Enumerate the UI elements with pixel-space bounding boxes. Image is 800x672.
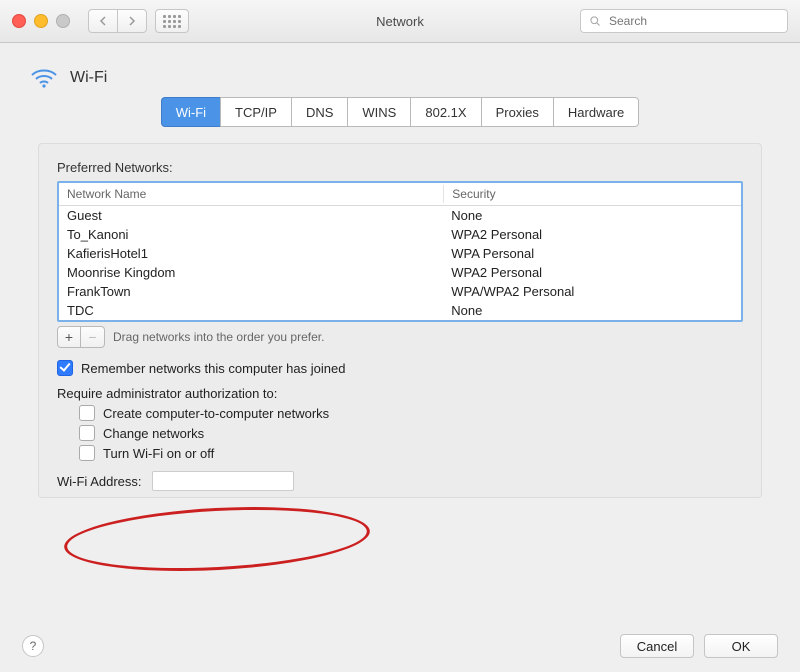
network-preferences-window: Network Wi-Fi Wi-FiTCP/IPDNSWINS802.1XPr… — [0, 0, 800, 672]
table-row[interactable]: TDCNone — [59, 301, 741, 320]
cancel-button[interactable]: Cancel — [620, 634, 694, 658]
tab-hardware[interactable]: Hardware — [553, 97, 639, 127]
page-title: Wi-Fi — [70, 69, 107, 87]
ok-button[interactable]: OK — [704, 634, 778, 658]
tab-802-1x[interactable]: 802.1X — [410, 97, 480, 127]
col-network-name[interactable]: Network Name — [59, 185, 443, 203]
drag-hint: Drag networks into the order you prefer. — [113, 330, 324, 344]
require-label: Create computer-to-computer networks — [103, 406, 329, 421]
search-input[interactable] — [607, 13, 779, 29]
cell-security: None — [443, 301, 741, 320]
cell-network-name: Moonrise Kingdom — [59, 263, 443, 282]
table-row[interactable]: GuestNone — [59, 206, 741, 225]
wifi-address-label: Wi-Fi Address: — [57, 474, 142, 489]
cell-network-name: To_Kanoni — [59, 225, 443, 244]
table-row[interactable]: FrankTownWPA/WPA2 Personal — [59, 282, 741, 301]
add-remove-group: + − — [57, 326, 105, 348]
table-header: Network Name Security — [59, 183, 741, 206]
titlebar: Network — [0, 0, 800, 43]
wifi-icon — [30, 67, 58, 89]
require-checkbox[interactable] — [79, 425, 95, 441]
minimize-window-icon[interactable] — [34, 14, 48, 28]
show-all-button[interactable] — [155, 9, 189, 33]
cell-network-name: FrankTown — [59, 282, 443, 301]
remove-network-button: − — [81, 326, 105, 348]
preferred-networks-table[interactable]: Network Name Security GuestNoneTo_Kanoni… — [57, 181, 743, 322]
table-row[interactable]: KafierisHotel1WPA Personal — [59, 244, 741, 263]
cell-network-name: TDC — [59, 301, 443, 320]
tab-tcp-ip[interactable]: TCP/IP — [220, 97, 291, 127]
col-security[interactable]: Security — [443, 185, 741, 203]
cell-security: None — [443, 206, 741, 225]
nav-buttons — [88, 9, 147, 33]
add-network-button[interactable]: + — [57, 326, 81, 348]
help-button[interactable]: ? — [22, 635, 44, 657]
require-label: Change networks — [103, 426, 204, 441]
table-row[interactable]: To_KanoniWPA2 Personal — [59, 225, 741, 244]
wifi-address-value — [152, 471, 294, 491]
zoom-window-icon — [56, 14, 70, 28]
require-auth-label: Require administrator authorization to: — [57, 386, 743, 401]
cell-security: WPA/WPA2 Personal — [443, 282, 741, 301]
require-checkbox[interactable] — [79, 445, 95, 461]
window-controls — [12, 14, 70, 28]
search-icon — [589, 15, 601, 27]
require-checkbox[interactable] — [79, 405, 95, 421]
tabs: Wi-FiTCP/IPDNSWINS802.1XProxiesHardware — [24, 97, 776, 127]
forward-button[interactable] — [118, 9, 147, 33]
cell-security: WPA2 Personal — [443, 263, 741, 282]
require-label: Turn Wi-Fi on or off — [103, 446, 214, 461]
search-field[interactable] — [580, 9, 788, 33]
cell-security: WPA Personal — [443, 244, 741, 263]
wifi-panel: Preferred Networks: Network Name Securit… — [38, 143, 762, 498]
remember-networks-label: Remember networks this computer has join… — [81, 361, 345, 376]
tab-wi-fi[interactable]: Wi-Fi — [161, 97, 220, 127]
remember-networks-checkbox[interactable] — [57, 360, 73, 376]
cell-network-name: KafierisHotel1 — [59, 244, 443, 263]
table-row[interactable]: Moonrise KingdomWPA2 Personal — [59, 263, 741, 282]
preferred-networks-label: Preferred Networks: — [57, 160, 743, 175]
tab-proxies[interactable]: Proxies — [481, 97, 553, 127]
close-window-icon[interactable] — [12, 14, 26, 28]
cell-network-name: Guest — [59, 206, 443, 225]
cell-security: WPA2 Personal — [443, 225, 741, 244]
tab-dns[interactable]: DNS — [291, 97, 347, 127]
tab-wins[interactable]: WINS — [347, 97, 410, 127]
back-button[interactable] — [88, 9, 118, 33]
